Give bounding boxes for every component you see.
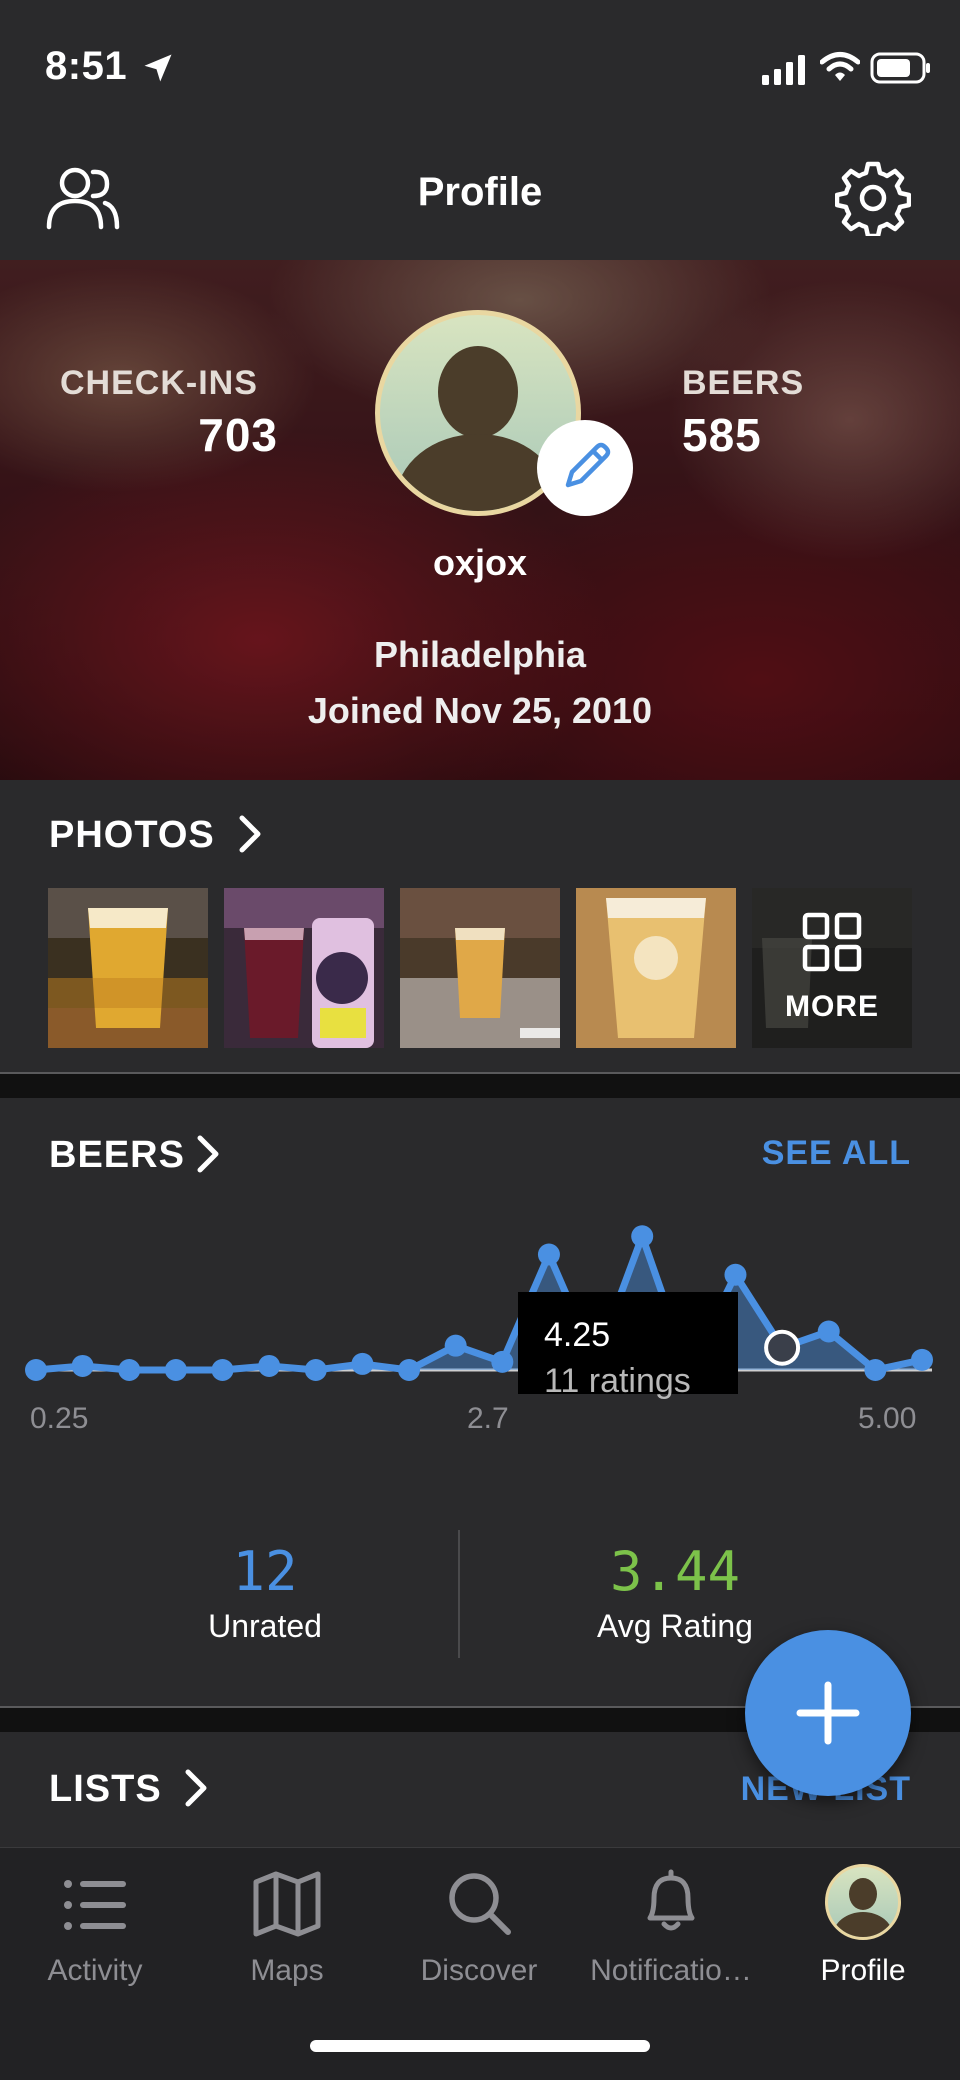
chart-point-selected[interactable]: [764, 1329, 801, 1366]
see-all-link[interactable]: SEE ALL: [700, 1134, 911, 1173]
chart-point[interactable]: [164, 1359, 187, 1381]
more-photos-button[interactable]: MORE: [752, 888, 912, 1048]
checkins-label: CHECK-INS: [60, 364, 258, 402]
chart-point[interactable]: [491, 1350, 514, 1373]
chart-point[interactable]: [864, 1359, 887, 1381]
photos-title[interactable]: PHOTOS: [49, 814, 215, 857]
wifi-icon: [820, 52, 860, 81]
battery-icon: [870, 52, 930, 84]
photo-thumbnail[interactable]: [48, 888, 208, 1048]
chart-point[interactable]: [211, 1359, 234, 1381]
beers-label: BEERS: [682, 364, 805, 402]
unrated-label: Unrated: [208, 1608, 322, 1644]
x-tick-min: 0.25: [30, 1402, 89, 1435]
more-label: MORE: [785, 990, 879, 1023]
beers-value[interactable]: 585: [682, 408, 762, 462]
tab-maps[interactable]: Maps: [192, 1954, 382, 1988]
location-arrow-icon: [144, 54, 172, 82]
photo-thumbnail[interactable]: [400, 888, 560, 1048]
edit-avatar-button[interactable]: [537, 420, 633, 516]
page-title: Profile: [417, 170, 543, 214]
photo-thumbnail[interactable]: [224, 888, 384, 1048]
x-tick-mid: 2.7: [467, 1402, 509, 1435]
tooltip-value: 4.25: [544, 1316, 611, 1354]
list-icon[interactable]: [60, 1870, 130, 1940]
photo-thumbnail[interactable]: [576, 888, 736, 1048]
username: oxjox: [432, 542, 528, 583]
chart-point[interactable]: [118, 1359, 141, 1381]
chart-point[interactable]: [258, 1354, 281, 1377]
chart-point[interactable]: [631, 1225, 654, 1248]
chart-point[interactable]: [351, 1352, 374, 1375]
chart-point[interactable]: [911, 1348, 933, 1371]
chart-point[interactable]: [817, 1320, 840, 1343]
avatar[interactable]: [825, 1864, 901, 1940]
add-checkin-button[interactable]: [745, 1630, 911, 1796]
status-time: 8:51: [45, 44, 128, 88]
chart-point[interactable]: [304, 1359, 327, 1381]
chart-point[interactable]: [25, 1359, 47, 1381]
beers-title[interactable]: BEERS: [49, 1134, 185, 1177]
chevron-right-icon[interactable]: [194, 1134, 222, 1174]
tab-notifications[interactable]: Notificatio…: [576, 1954, 766, 1988]
chart-point[interactable]: [724, 1263, 747, 1286]
map-icon[interactable]: [252, 1868, 322, 1938]
joined-date: Joined Nov 25, 2010: [307, 690, 653, 731]
tooltip-ratings: 11 ratings: [544, 1362, 691, 1400]
lists-title[interactable]: LISTS: [49, 1768, 162, 1811]
pencil-icon: [565, 442, 611, 488]
checkins-value[interactable]: 703: [60, 408, 278, 462]
home-indicator: [310, 2040, 650, 2052]
chevron-right-icon[interactable]: [182, 1768, 210, 1808]
bell-icon[interactable]: [636, 1866, 706, 1936]
plus-icon: [796, 1681, 860, 1745]
stats-divider: [458, 1530, 460, 1658]
tab-discover[interactable]: Discover: [384, 1954, 574, 1988]
unrated-count[interactable]: 12: [165, 1540, 365, 1603]
chart-point[interactable]: [71, 1354, 94, 1377]
tab-profile[interactable]: Profile: [768, 1954, 958, 1988]
chart-point[interactable]: [444, 1334, 467, 1357]
cellular-signal-icon: [762, 55, 805, 85]
tab-activity[interactable]: Activity: [0, 1954, 190, 1988]
gear-icon[interactable]: [835, 160, 911, 236]
chevron-right-icon[interactable]: [236, 814, 264, 854]
section-gap: [0, 1074, 960, 1098]
avg-rating-value: 3.44: [609, 1540, 741, 1603]
x-tick-max: 5.00: [858, 1402, 917, 1435]
chart-point[interactable]: [398, 1359, 421, 1381]
chart-point[interactable]: [537, 1243, 560, 1266]
location-text: Philadelphia: [373, 634, 587, 675]
search-icon[interactable]: [444, 1868, 514, 1938]
grid-icon: [802, 912, 862, 972]
